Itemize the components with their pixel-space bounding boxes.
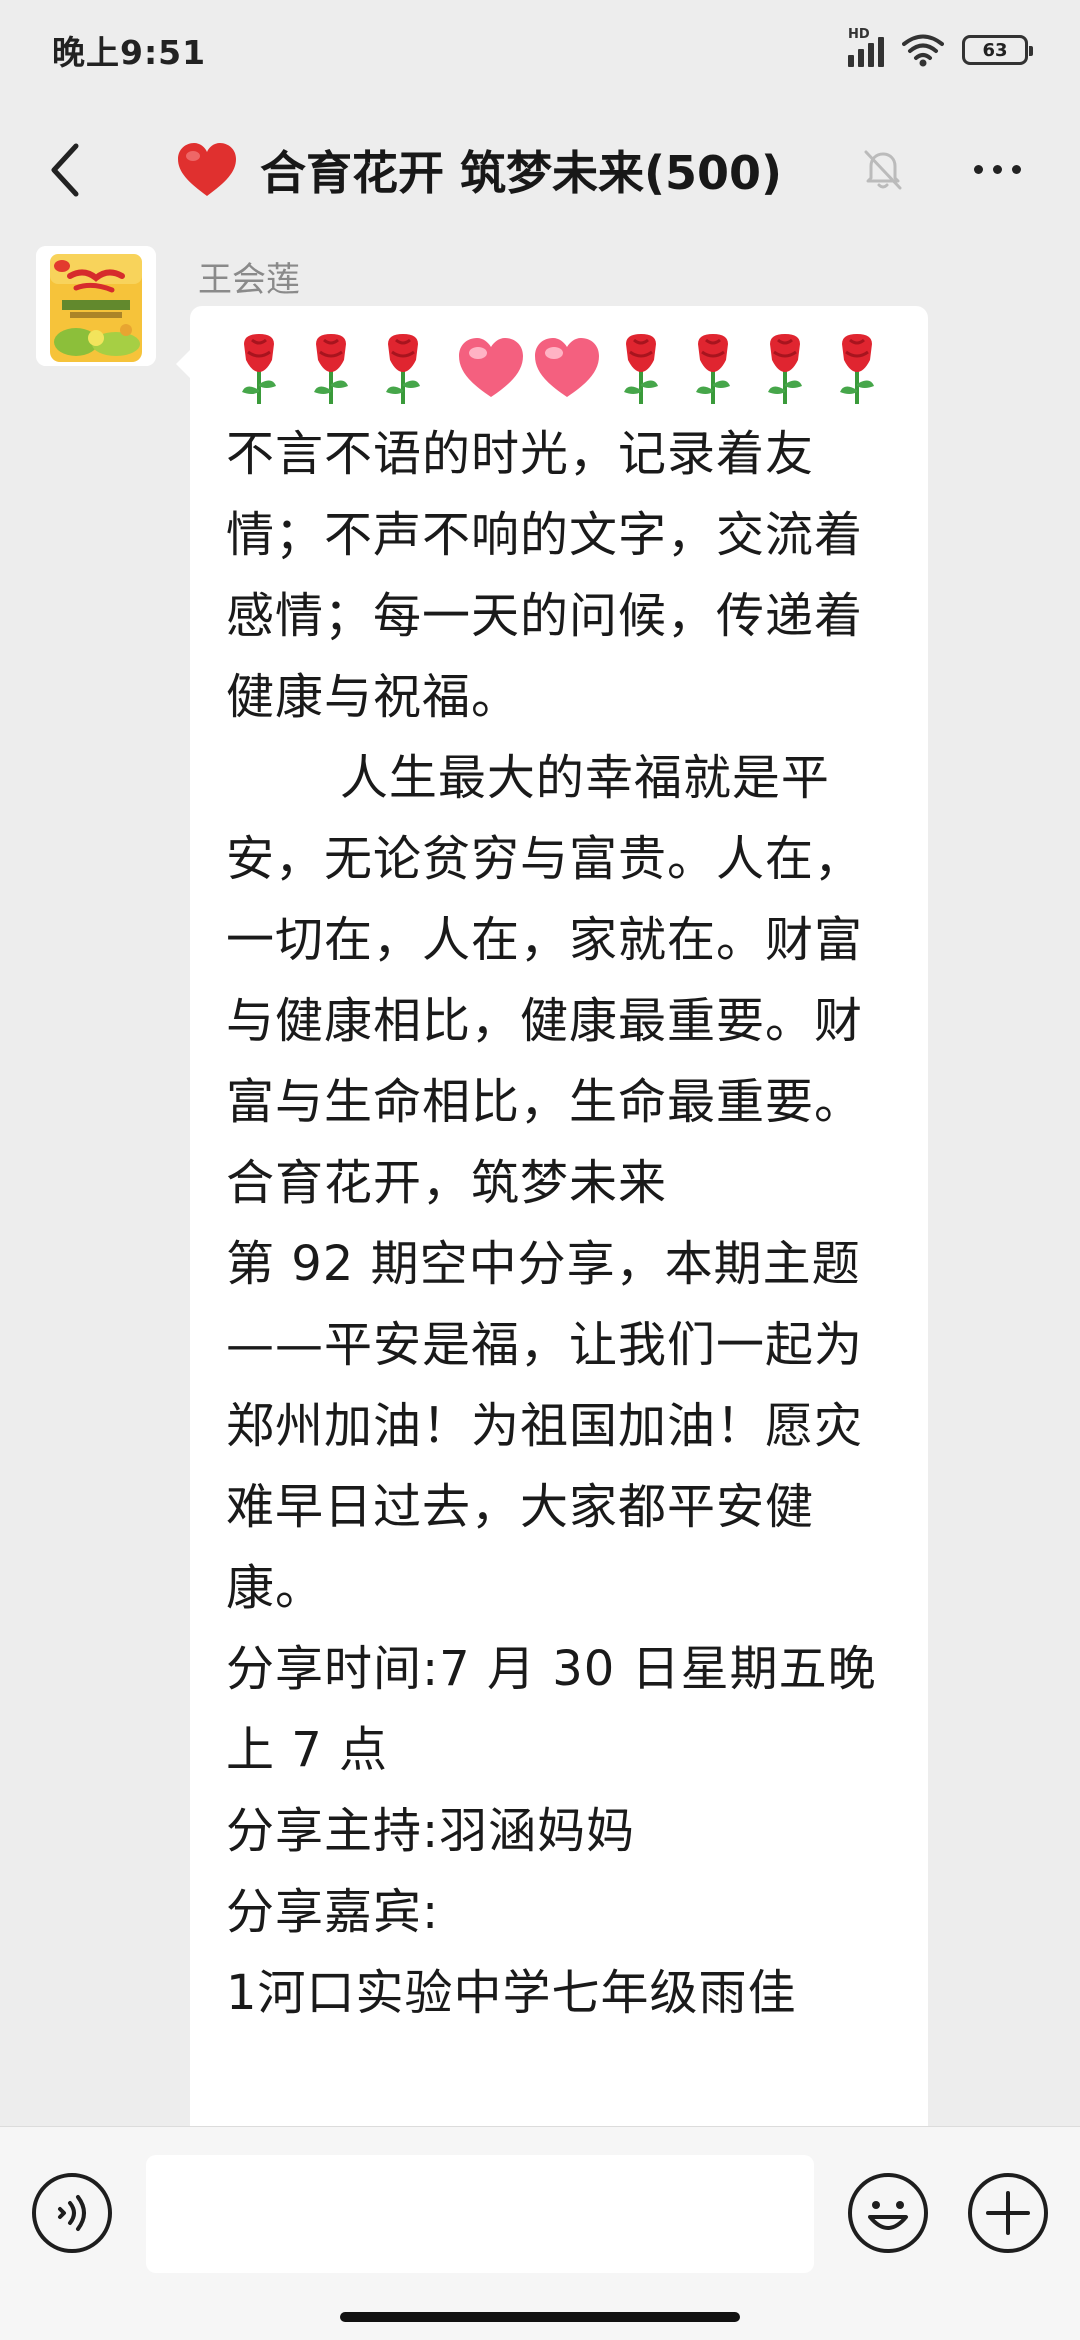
back-button[interactable] bbox=[36, 140, 96, 200]
cellular-signal-icon: HD bbox=[848, 27, 884, 67]
more-dot bbox=[992, 164, 1002, 174]
wifi-icon bbox=[902, 33, 944, 67]
emoji-icon bbox=[848, 2173, 928, 2253]
message-paragraph: 第 92 期空中分享，本期主题——平安是福，让我们一起为郑州加油！为祖国加油！愿… bbox=[226, 1236, 864, 1616]
message-paragraph: 合育花开，筑梦未来 bbox=[226, 1155, 668, 1211]
plus-button[interactable] bbox=[966, 2171, 1050, 2255]
more-button[interactable] bbox=[962, 144, 1032, 194]
chat-title: 合育花开 筑梦未来(500) bbox=[260, 146, 783, 200]
status-time: 晚上9:51 bbox=[52, 33, 207, 72]
more-dot bbox=[973, 164, 983, 174]
rose-emoji-icon bbox=[680, 330, 746, 410]
chat-input-bar bbox=[0, 2126, 1080, 2340]
red-heart-icon bbox=[176, 142, 238, 198]
message-paragraph: 1河口实验中学七年级雨佳 bbox=[226, 1965, 797, 2021]
message-paragraph: 不言不语的时光，记录着友情；不声不响的文字，交流着感情；每一天的问候，传递着健康… bbox=[226, 426, 864, 725]
rose-emoji-icon bbox=[298, 330, 364, 410]
rose-emoji-icon bbox=[752, 330, 818, 410]
more-dot bbox=[1011, 164, 1021, 174]
emoji-button[interactable] bbox=[846, 2171, 930, 2255]
chat-header: 合育花开 筑梦未来(500) bbox=[0, 110, 1080, 230]
rose-emoji-icon bbox=[226, 330, 292, 410]
message-paragraph: 人生最大的幸福就是平安，无论贫穷与富贵。人在，一切在，人在，家就在。财富与健康相… bbox=[226, 750, 864, 1130]
rose-emoji-icon bbox=[370, 330, 436, 410]
plus-icon bbox=[968, 2173, 1048, 2253]
rose-emoji-icon bbox=[824, 330, 890, 410]
status-bar: 晚上9:51 HD 63 bbox=[0, 0, 1080, 100]
message-input[interactable] bbox=[146, 2155, 814, 2273]
emoji-line bbox=[226, 330, 890, 410]
sender-name: 王会莲 bbox=[198, 260, 300, 300]
chat-title-group[interactable]: 合育花开 筑梦未来(500) bbox=[176, 132, 782, 208]
mute-bell-icon[interactable] bbox=[858, 144, 908, 194]
chat-screen: 晚上9:51 HD 63 合育花开 筑梦未来(500) 王会莲 不言不语的时光，… bbox=[0, 0, 1080, 2340]
home-indicator[interactable] bbox=[340, 2312, 740, 2322]
pink-heart-emoji-icon bbox=[532, 335, 602, 405]
voice-icon bbox=[32, 2173, 112, 2253]
sender-avatar[interactable] bbox=[36, 246, 156, 366]
battery-level: 63 bbox=[982, 39, 1008, 61]
pink-heart-emoji-icon bbox=[456, 335, 526, 405]
voice-button[interactable] bbox=[30, 2171, 114, 2255]
status-icons: HD 63 bbox=[848, 27, 1033, 67]
battery-icon: 63 bbox=[962, 35, 1033, 65]
message-text: 不言不语的时光，记录着友情；不声不响的文字，交流着感情；每一天的问候，传递着健康… bbox=[226, 414, 902, 2034]
message-bubble[interactable]: 不言不语的时光，记录着友情；不声不响的文字，交流着感情；每一天的问候，传递着健康… bbox=[176, 306, 928, 2226]
message-paragraph: 分享嘉宾: bbox=[226, 1884, 440, 1940]
back-arrow-icon bbox=[51, 143, 79, 197]
network-type-label: HD bbox=[848, 27, 870, 42]
rose-emoji-icon bbox=[608, 330, 674, 410]
message-paragraph: 分享主持:羽涵妈妈 bbox=[226, 1803, 636, 1859]
message-paragraph: 分享时间:7 月 30 日星期五晚上 7 点 bbox=[226, 1641, 877, 1778]
